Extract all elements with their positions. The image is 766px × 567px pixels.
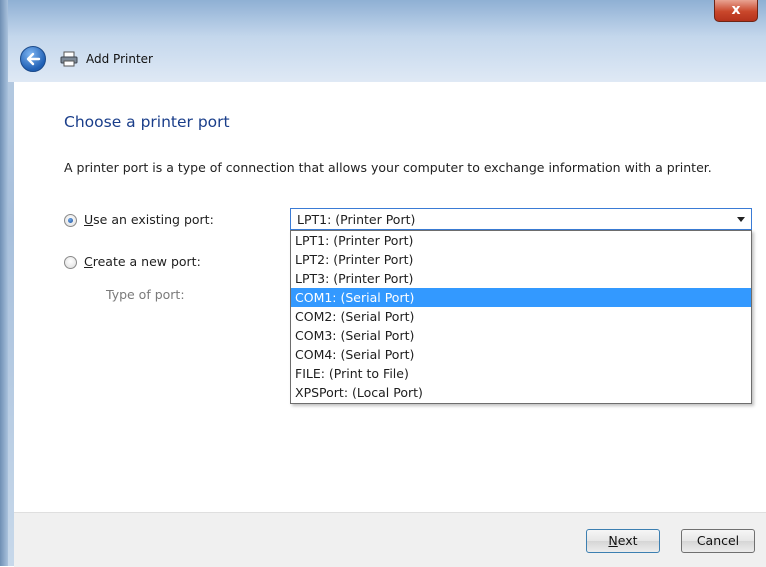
dropdown-item[interactable]: LPT2: (Printer Port) <box>291 250 751 269</box>
chevron-down-icon[interactable] <box>737 217 745 222</box>
close-icon: x <box>731 2 741 18</box>
cancel-button[interactable]: Cancel <box>681 529 755 553</box>
dropdown-item[interactable]: XPSPort: (Local Port) <box>291 383 751 402</box>
create-new-port-label[interactable]: Create a new port: <box>84 254 201 269</box>
use-existing-port-text: se an existing port: <box>93 212 214 227</box>
title-bar <box>8 0 766 82</box>
printer-icon <box>60 51 78 67</box>
dropdown-item[interactable]: FILE: (Print to File) <box>291 364 751 383</box>
use-existing-port-accel: U <box>84 212 94 227</box>
create-new-port-text: reate a new port: <box>92 254 201 269</box>
next-button[interactable]: Next <box>586 529 660 553</box>
dropdown-item[interactable]: LPT3: (Printer Port) <box>291 269 751 288</box>
existing-port-combobox[interactable]: LPT1: (Printer Port) <box>290 208 752 230</box>
combobox-value: LPT1: (Printer Port) <box>297 212 416 227</box>
dropdown-item[interactable]: COM2: (Serial Port) <box>291 307 751 326</box>
type-of-port-label: Type of port: <box>106 287 185 302</box>
dropdown-item[interactable]: COM4: (Serial Port) <box>291 345 751 364</box>
back-arrow-icon <box>26 52 41 66</box>
create-new-port-accel: C <box>84 254 93 269</box>
next-accel: N <box>608 533 618 548</box>
page-title: Choose a printer port <box>64 113 230 131</box>
window-title: Add Printer <box>86 52 153 66</box>
create-new-port-radio[interactable] <box>64 256 77 269</box>
back-button[interactable] <box>20 46 46 72</box>
next-text: ext <box>617 533 638 548</box>
page-description: A printer port is a type of connection t… <box>64 160 712 175</box>
use-existing-port-radio[interactable] <box>64 214 77 227</box>
close-button[interactable]: x <box>714 0 758 22</box>
wizard-content: Choose a printer port A printer port is … <box>14 82 766 512</box>
dropdown-item[interactable]: COM3: (Serial Port) <box>291 326 751 345</box>
dropdown-item[interactable]: LPT1: (Printer Port) <box>291 231 751 250</box>
window-left-edge <box>0 0 8 566</box>
port-dropdown-list[interactable]: LPT1: (Printer Port) LPT2: (Printer Port… <box>290 230 752 404</box>
wizard-footer: Next Cancel <box>14 512 766 567</box>
use-existing-port-label[interactable]: Use an existing port: <box>84 212 214 227</box>
dropdown-item-selected[interactable]: COM1: (Serial Port) <box>291 288 751 307</box>
